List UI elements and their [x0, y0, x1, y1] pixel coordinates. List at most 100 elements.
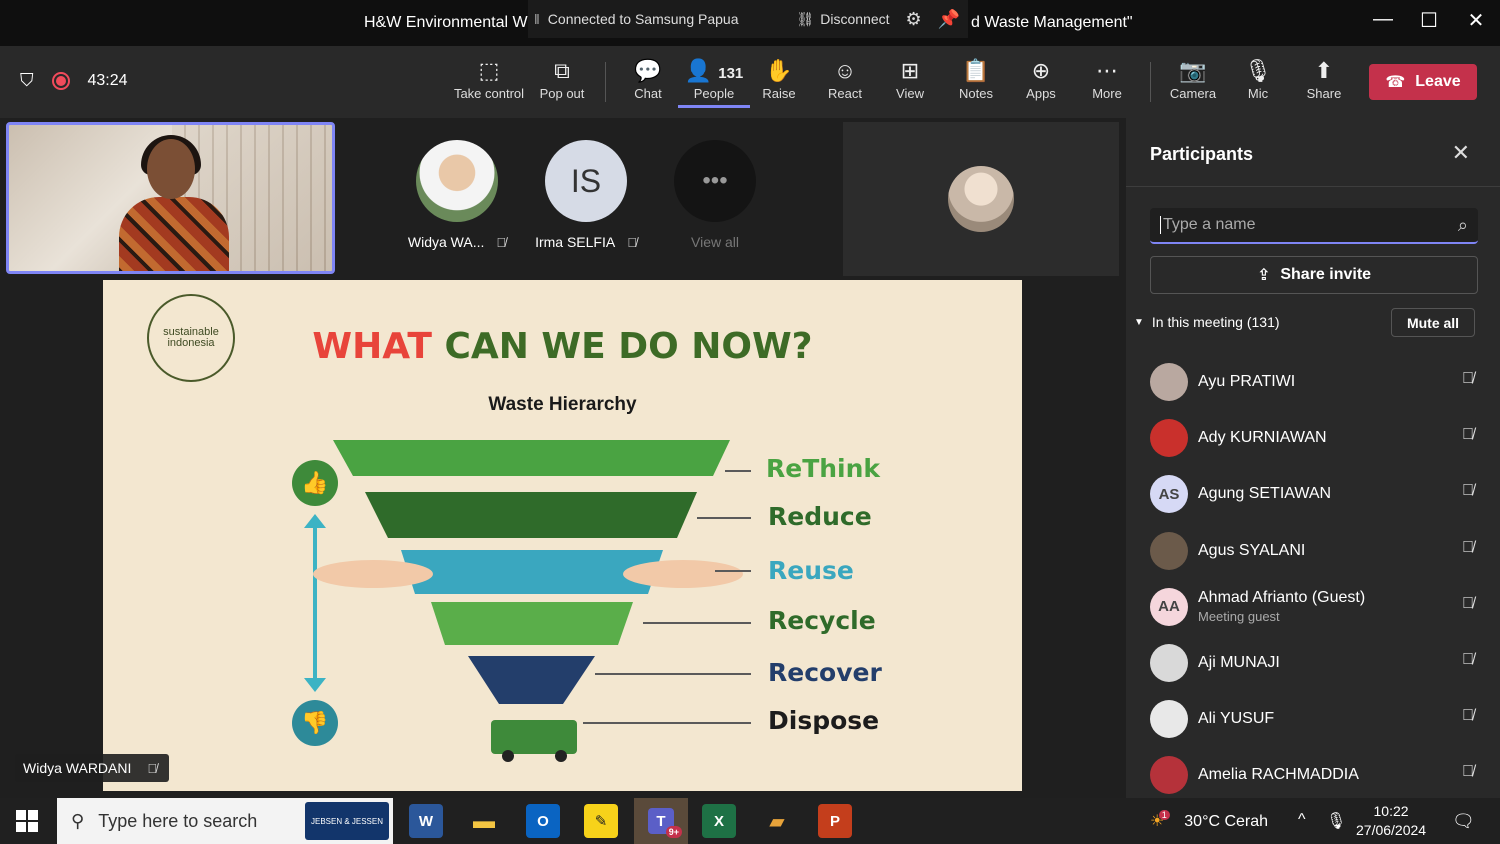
chevron-up-icon[interactable]: ^: [1298, 811, 1306, 829]
tier-connector: [697, 517, 751, 519]
search-icon: ⚲: [71, 810, 85, 831]
window-title-left: H&W Environmental W: [364, 14, 528, 31]
participant-tile[interactable]: IS Irma SELFIA 🎙̸: [535, 140, 637, 250]
taskbar-search[interactable]: ⚲ Type here to search JEBSEN & JESSEN: [57, 798, 393, 844]
mic-off-icon[interactable]: 🎙̸: [1462, 482, 1474, 500]
right-hand-shape: [623, 560, 743, 588]
recover-tier: [468, 656, 595, 704]
sticky-notes-icon[interactable]: ✎: [584, 804, 618, 838]
people-button[interactable]: 👤 131 People: [678, 56, 750, 108]
participant-row[interactable]: AA Ahmad Afrianto (Guest) Meeting guest 🎙̸: [1150, 579, 1480, 635]
participant-info: Ali YUSUF: [1198, 710, 1274, 728]
participant-tile[interactable]: [843, 122, 1119, 276]
connection-bar-handle-icon[interactable]: ‖: [534, 11, 540, 27]
take-control-button[interactable]: ⬚ Take control: [453, 56, 525, 101]
remote-desktop-icon[interactable]: ▰: [760, 804, 794, 838]
avatar: [1150, 700, 1188, 739]
view-all-tile[interactable]: ••• View all: [665, 140, 765, 250]
gear-icon[interactable]: ⚙: [906, 9, 922, 30]
take-control-icon: ⬚: [478, 58, 500, 83]
microphone-tray-icon[interactable]: 🎙: [1326, 811, 1346, 831]
meeting-stage: Widya WA... 🎙̸ IS Irma SELFIA 🎙̸ ••• View …: [0, 118, 1126, 798]
more-button[interactable]: ⋯ More: [1071, 56, 1143, 101]
jebsen-jessen-icon[interactable]: JEBSEN & JESSEN: [305, 802, 389, 840]
mute-all-button[interactable]: Mute all: [1391, 308, 1475, 337]
panel-title: Participants: [1150, 144, 1254, 164]
mic-off-icon[interactable]: 🎙̸: [1462, 707, 1474, 725]
apps-button[interactable]: ⊕ Apps: [1005, 56, 1077, 101]
mic-off-icon[interactable]: 🎙̸: [1462, 595, 1474, 613]
participant-tile[interactable]: Widya WA... 🎙̸: [407, 140, 507, 250]
participants-panel: Participants ✕ ⌕ ⇪ Share invite ▼ In thi…: [1126, 118, 1500, 798]
share-screen-icon: ⬆: [1314, 58, 1334, 83]
mic-off-icon[interactable]: 🎙̸: [1462, 651, 1474, 669]
pop-out-button[interactable]: ⧉ Pop out: [526, 56, 598, 101]
waste-hierarchy-pyramid: [313, 440, 743, 762]
teams-meeting-window: H&W Environmental W d Waste Management" …: [0, 0, 1500, 844]
participant-row[interactable]: Amelia RACHMADDIA 🎙̸: [1150, 747, 1480, 803]
notes-button[interactable]: 📋 Notes: [940, 56, 1012, 101]
speaker-figure: [119, 135, 229, 271]
search-input[interactable]: [1160, 216, 1458, 234]
minimize-icon[interactable]: —: [1368, 8, 1398, 31]
participant-row[interactable]: Ady KURNIAWAN 🎙̸: [1150, 410, 1480, 466]
participant-info: Aji MUNAJI: [1198, 654, 1280, 672]
plus-box-icon: ⊕: [1031, 58, 1051, 83]
avatar: AA: [1150, 587, 1188, 626]
mic-off-icon[interactable]: 🎙̸: [1462, 426, 1474, 444]
tier-label-rethink: ReThink: [766, 454, 881, 483]
mic-button[interactable]: 🎙 Mic: [1222, 56, 1294, 101]
powerpoint-icon[interactable]: P: [818, 804, 852, 838]
taskbar-clock[interactable]: 10:22 27/06/2024: [1356, 802, 1426, 840]
participant-row[interactable]: Ayu PRATIWI 🎙̸: [1150, 354, 1480, 410]
share-invite-button[interactable]: ⇪ Share invite: [1150, 256, 1478, 294]
weather-text: 30°C Cerah: [1184, 813, 1269, 830]
speaker-name-tag: Widya WARDANI 🎙̸: [15, 754, 170, 782]
speaker-video[interactable]: [6, 122, 335, 274]
excel-icon[interactable]: X: [702, 804, 736, 838]
notifications-icon[interactable]: 🗨: [1452, 811, 1475, 832]
participant-info: Ahmad Afrianto (Guest) Meeting guest: [1198, 589, 1365, 624]
toolbar-divider: [1150, 62, 1151, 102]
pin-icon[interactable]: 📌: [938, 9, 960, 30]
file-explorer-icon[interactable]: ▬: [467, 804, 501, 838]
windows-start-icon[interactable]: [16, 810, 38, 832]
teams-badge: 9+: [665, 826, 682, 838]
tier-connector: [583, 722, 751, 724]
pop-out-icon: ⧉: [554, 58, 570, 83]
more-label: More: [1092, 86, 1122, 101]
participant-row[interactable]: AS Agung SETIAWAN 🎙̸: [1150, 466, 1480, 522]
weather-widget[interactable]: ☀ 1 30°C Cerah: [1150, 810, 1269, 831]
teams-icon[interactable]: T 9+: [634, 798, 688, 844]
react-button[interactable]: ☺ React: [809, 56, 881, 101]
participant-row[interactable]: Ali YUSUF 🎙̸: [1150, 691, 1480, 747]
view-button[interactable]: ⊞ View: [874, 56, 946, 101]
share-button[interactable]: ⬆ Share: [1288, 56, 1360, 101]
participant-row[interactable]: Agus SYALANI 🎙̸: [1150, 523, 1480, 579]
leave-button[interactable]: ☎ Leave: [1369, 64, 1477, 100]
tier-connector: [715, 570, 751, 572]
speaker-head: [147, 139, 195, 199]
shield-icon[interactable]: ⛉: [20, 70, 34, 91]
speaker-body: [119, 197, 229, 271]
close-icon[interactable]: ✕: [1452, 140, 1470, 166]
mic-off-icon[interactable]: 🎙̸: [1462, 763, 1474, 781]
search-icon[interactable]: ⌕: [1458, 215, 1468, 236]
view-all-label: View all: [691, 234, 739, 250]
in-meeting-toggle[interactable]: ▼ In this meeting (131): [1134, 314, 1280, 330]
participant-name: Aji MUNAJI: [1198, 654, 1280, 672]
participant-row[interactable]: Aji MUNAJI 🎙̸: [1150, 635, 1480, 691]
camera-button[interactable]: 📷 Camera: [1157, 56, 1229, 101]
disconnect-button[interactable]: ⛓ Disconnect: [797, 11, 890, 28]
tier-connector: [643, 622, 751, 624]
chat-button[interactable]: 💬 Chat: [612, 56, 684, 101]
mic-off-icon[interactable]: 🎙̸: [1462, 539, 1474, 557]
mic-off-icon[interactable]: 🎙̸: [1462, 370, 1474, 388]
raise-hand-button[interactable]: ✋ Raise: [743, 56, 815, 101]
outlook-icon[interactable]: O: [526, 804, 560, 838]
toolbar-divider: [605, 62, 606, 102]
smiley-icon: ☺: [833, 58, 857, 83]
close-window-icon[interactable]: ✕: [1461, 8, 1491, 33]
maximize-icon[interactable]: ☐: [1414, 8, 1444, 33]
word-icon[interactable]: W: [409, 804, 443, 838]
